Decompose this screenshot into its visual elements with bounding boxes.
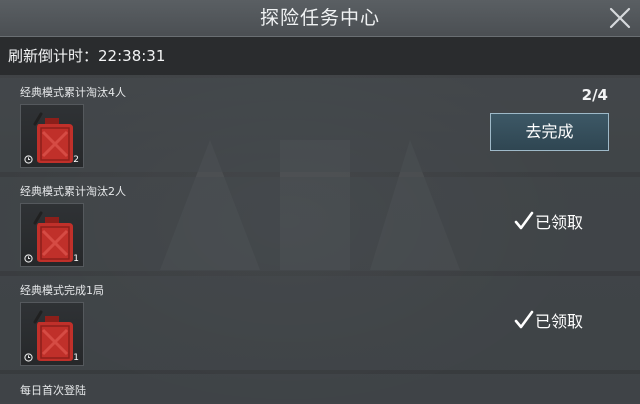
close-button[interactable] bbox=[606, 4, 634, 32]
clock-icon bbox=[24, 353, 33, 362]
task-row: 每日首次登陆 bbox=[0, 374, 640, 404]
claimed-status-label: 已领取 bbox=[535, 312, 584, 331]
reward-item[interactable]: 1 bbox=[20, 302, 84, 366]
refresh-countdown: 刷新倒计时：22:38:31 bbox=[8, 37, 165, 75]
reward-item[interactable]: 2 bbox=[20, 104, 84, 168]
checkmark-icon bbox=[514, 310, 534, 329]
claimed-status: 已领取 bbox=[514, 309, 583, 335]
task-name: 每日首次登陆 bbox=[20, 384, 86, 397]
fuel-can-icon bbox=[33, 112, 73, 163]
reward-item[interactable]: 1 bbox=[20, 203, 84, 267]
page-title: 探险任务中心 bbox=[259, 7, 380, 29]
fuel-can-icon bbox=[33, 310, 73, 361]
refresh-label: 刷新倒计时： bbox=[8, 47, 99, 65]
close-icon bbox=[609, 7, 631, 29]
task-row: 经典模式完成1局 1 已领取 bbox=[0, 276, 640, 370]
fuel-can-icon bbox=[33, 211, 73, 262]
claimed-status: 已领取 bbox=[514, 210, 583, 236]
go-complete-button[interactable]: 去完成 bbox=[490, 113, 609, 151]
reward-count: 1 bbox=[73, 254, 79, 264]
checkmark-icon bbox=[514, 211, 534, 230]
refresh-time: 22:38:31 bbox=[98, 47, 166, 65]
task-row: 经典模式累计淘汰2人 1 已领取 bbox=[0, 177, 640, 271]
task-name: 经典模式累计淘汰2人 bbox=[20, 185, 126, 198]
task-name: 经典模式完成1局 bbox=[20, 284, 104, 297]
task-row: 经典模式累计淘汰4人 2/4 2 去完成 bbox=[0, 78, 640, 172]
header-bar: 探险任务中心 bbox=[0, 0, 640, 37]
clock-icon bbox=[24, 155, 33, 164]
claimed-status-label: 已领取 bbox=[535, 213, 584, 232]
task-name: 经典模式累计淘汰4人 bbox=[20, 86, 126, 99]
refresh-countdown-bar: 刷新倒计时：22:38:31 bbox=[0, 37, 640, 75]
clock-icon bbox=[24, 254, 33, 263]
task-list[interactable]: 经典模式累计淘汰4人 2/4 2 去完成 经典模式累计淘汰2人 1 已领取 经典… bbox=[0, 78, 640, 404]
reward-count: 2 bbox=[73, 155, 79, 165]
task-progress: 2/4 bbox=[581, 86, 608, 104]
reward-count: 1 bbox=[73, 353, 79, 363]
